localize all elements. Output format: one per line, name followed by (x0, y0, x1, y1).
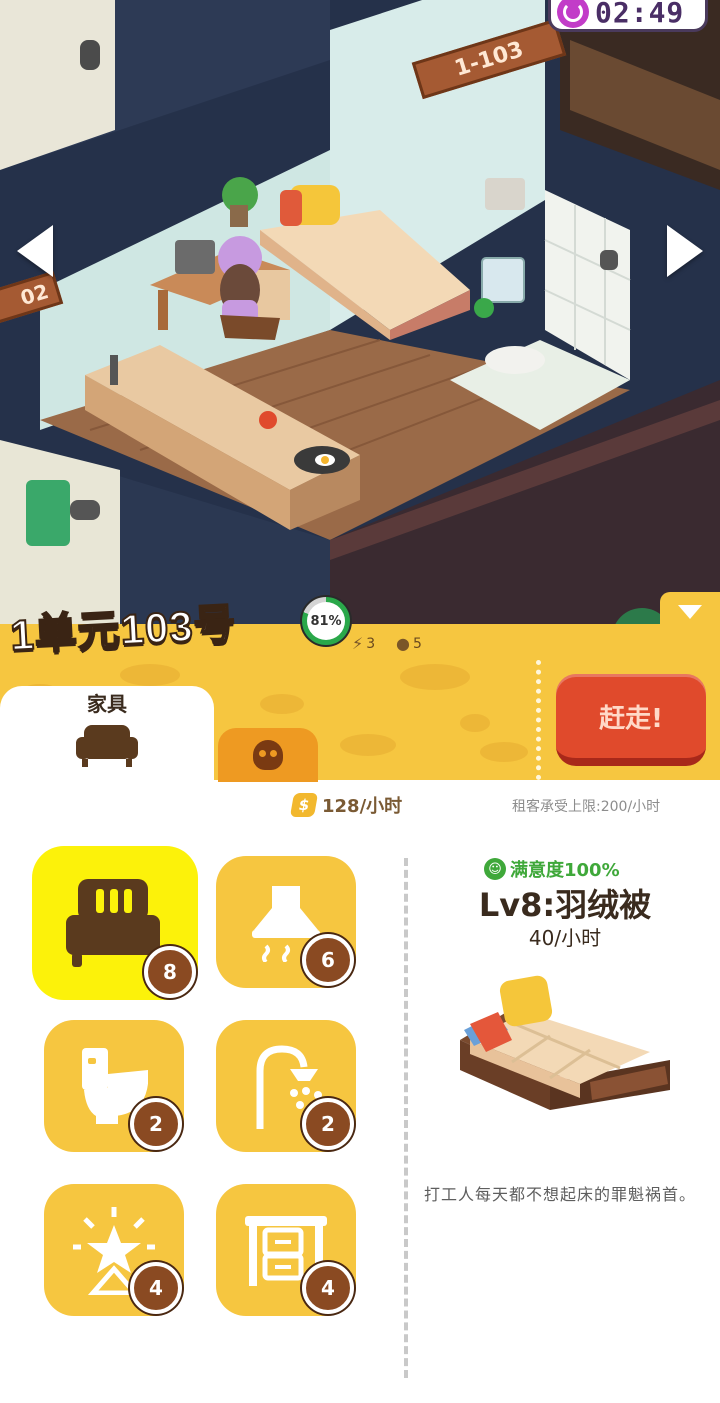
level-badge: 6 (302, 934, 354, 986)
furniture-card-desk[interactable]: 4 (216, 1184, 356, 1316)
skull-icon (253, 740, 283, 770)
level-badge: 8 (144, 946, 196, 998)
rent-limit: 租客承受上限:200/小时 (512, 799, 661, 815)
level-badge: 4 (302, 1262, 354, 1314)
furniture-card-toilet[interactable]: 2 (44, 1020, 184, 1152)
timer-value: 02:49 (595, 0, 685, 29)
tab-furniture-label: 家具 (87, 692, 127, 716)
arrow-right-icon (667, 225, 703, 277)
panel-divider (404, 858, 410, 1378)
tab-furniture[interactable]: 家具 (0, 686, 214, 782)
furniture-card-range-hood[interactable]: 6 (216, 856, 356, 988)
tab-troubles[interactable] (218, 728, 318, 782)
energy-stat: ⚡ 3 (352, 634, 375, 653)
item-satisfaction-value: 满意度100% (510, 860, 620, 881)
level-badge: 4 (130, 1262, 182, 1314)
next-room-button[interactable] (660, 222, 710, 280)
sofa-icon (76, 725, 138, 767)
item-preview-bed (460, 975, 670, 1110)
clock-icon (557, 0, 589, 28)
game-scene: 1-103 02 02:49 (0, 0, 720, 640)
satisfaction-ring-value: 81% (307, 602, 345, 640)
evict-tenant-button[interactable]: 赶走! (556, 674, 706, 766)
smile-icon: ☺ (484, 858, 506, 880)
previous-room-button[interactable] (10, 222, 60, 280)
chevron-down-icon (678, 605, 702, 619)
furniture-card-bed[interactable]: 8 (32, 846, 198, 1000)
item-name: Lv8:羽绒被 (478, 886, 652, 924)
water-count: 5 (412, 635, 422, 652)
band-divider (536, 660, 548, 780)
income-rate: $ 128/小时 (289, 792, 403, 818)
water-stat: ● 5 (396, 634, 422, 653)
level-badge: 2 (130, 1098, 182, 1150)
room-title: 1单元103号 (8, 599, 239, 660)
building-cutaway (0, 0, 720, 640)
income-rate-value: 128/小时 (322, 796, 403, 817)
item-rate: 40/小时 (528, 926, 602, 950)
level-badge: 2 (302, 1098, 354, 1150)
arrow-left-icon (17, 225, 53, 277)
energy-count: 3 (366, 635, 376, 652)
furniture-card-lamp[interactable]: 4 (44, 1184, 184, 1316)
countdown-timer: 02:49 (548, 0, 708, 32)
collapse-panel-button[interactable] (660, 592, 720, 632)
furniture-card-shower[interactable]: 2 (216, 1020, 356, 1152)
coin-icon: $ (289, 793, 319, 817)
water-drop-icon: ● (396, 634, 410, 653)
satisfaction-ring: 81% (300, 595, 352, 647)
lightning-icon: ⚡ (352, 634, 364, 653)
item-satisfaction: ☺ 满意度100% (484, 856, 620, 882)
item-description: 打工人每天都不想起床的罪魁祸首。 (424, 1185, 697, 1204)
